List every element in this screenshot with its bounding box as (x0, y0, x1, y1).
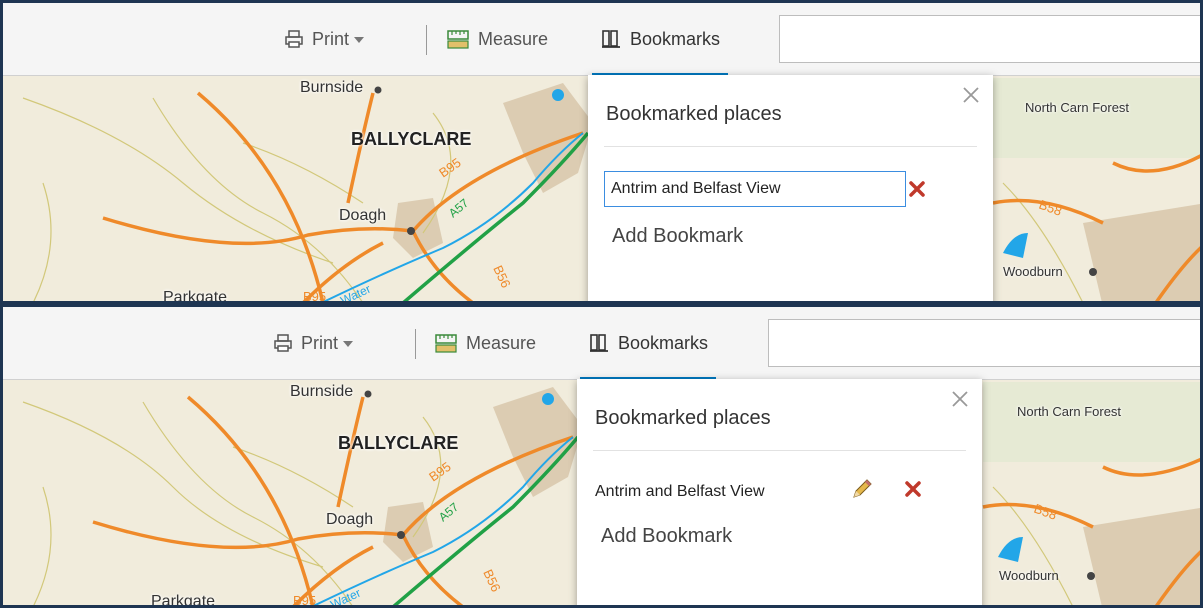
print-button[interactable]: Print (273, 307, 354, 379)
map-label-burnside: Burnside (300, 79, 364, 96)
bookmarks-panel: Bookmarked places Antrim and Belfast Vie… (577, 379, 982, 605)
add-bookmark-button[interactable]: Add Bookmark (601, 525, 732, 548)
map-label-burnside: Burnside (290, 383, 354, 400)
map-label-doagh: Doagh (326, 511, 374, 528)
map-label-woodburn: Woodburn (999, 568, 1059, 583)
delete-x-icon[interactable] (908, 180, 926, 198)
toolbar: Print Measure Bookmarks (3, 307, 1200, 380)
map-label-north-carn-forest: North Carn Forest (1017, 404, 1122, 419)
pencil-icon[interactable] (850, 477, 874, 501)
measure-button[interactable]: Measure (434, 307, 536, 379)
panel-title: Bookmarked places (595, 407, 771, 429)
printer-icon (274, 334, 292, 352)
add-bookmark-button[interactable]: Add Bookmark (612, 225, 743, 248)
toolbar-divider (426, 25, 427, 55)
screenshot-editing: B95 B56 B58 A57 Water B95 Burnside BALLY… (0, 0, 1203, 304)
bookmarks-panel: Bookmarked places Add Bookmark (588, 75, 993, 301)
map-label-woodburn: Woodburn (1003, 264, 1063, 279)
panel-divider (593, 450, 966, 451)
close-icon[interactable] (961, 85, 981, 105)
map-label-parkgate: Parkgate (163, 289, 228, 304)
bookmarks-icon (590, 334, 608, 352)
ruler-icon (435, 334, 457, 353)
print-label: Print (312, 28, 350, 49)
measure-label: Measure (466, 332, 537, 353)
bookmarks-label: Bookmarks (630, 28, 721, 49)
bookmark-name-input[interactable] (604, 171, 906, 207)
map-label-parkgate: Parkgate (151, 593, 216, 608)
map-label-b95: B95 (303, 289, 326, 304)
bookmarks-tab[interactable]: Bookmarks (592, 3, 729, 76)
bookmarks-tab[interactable]: Bookmarks (580, 307, 717, 380)
panel-divider (604, 146, 977, 147)
bookmarks-icon (602, 30, 620, 48)
bookmark-item[interactable]: Antrim and Belfast View (595, 483, 765, 501)
measure-button[interactable]: Measure (446, 3, 548, 75)
search-input[interactable] (779, 15, 1200, 63)
toolbar: Print Measure Bookmarks (3, 3, 1200, 76)
map-label-ballyclare: BALLYCLARE (351, 129, 472, 149)
measure-label: Measure (478, 28, 549, 49)
panel-title: Bookmarked places (606, 103, 782, 125)
map-label-b95: B95 (293, 593, 316, 608)
map-label-north-carn-forest: North Carn Forest (1025, 100, 1130, 115)
map-label-doagh: Doagh (339, 207, 387, 224)
print-button[interactable]: Print (284, 3, 365, 75)
toolbar-divider (415, 329, 416, 359)
close-icon[interactable] (950, 389, 970, 409)
ruler-icon (447, 30, 469, 49)
chevron-down-icon (354, 37, 365, 43)
chevron-down-icon (343, 341, 354, 347)
print-label: Print (301, 332, 339, 353)
map-label-ballyclare: BALLYCLARE (338, 433, 459, 453)
bookmarks-label: Bookmarks (618, 332, 709, 353)
delete-x-icon[interactable] (904, 480, 922, 498)
search-input[interactable] (768, 319, 1200, 367)
printer-icon (285, 30, 303, 48)
screenshot-saved: B95 B56 B58 A57 Water B95 Burnside BALLY… (0, 304, 1203, 608)
